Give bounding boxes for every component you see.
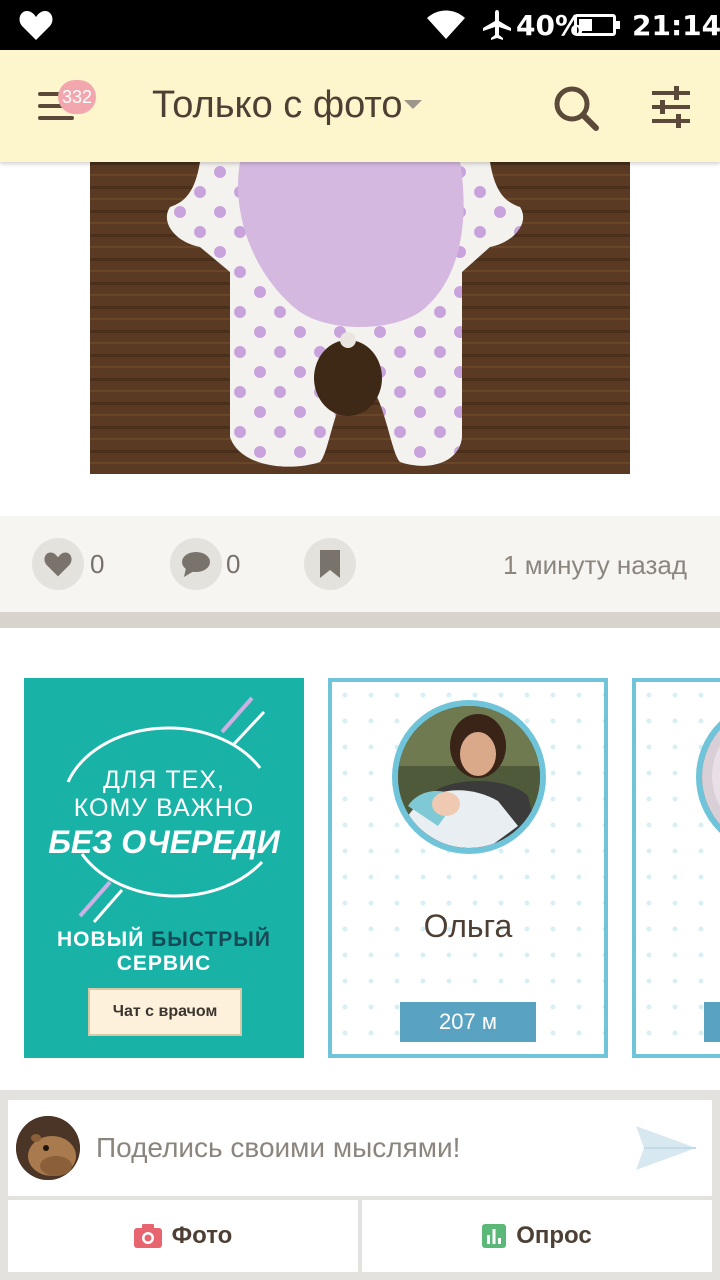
- battery-level: [579, 19, 592, 31]
- user-card[interactable]: Ольга 207 м: [328, 678, 608, 1058]
- send-icon[interactable]: [634, 1124, 698, 1172]
- status-bar: 40% 21:14: [0, 0, 720, 50]
- pillow-image: [90, 162, 630, 474]
- user-name: А: [636, 908, 720, 945]
- avatar-photo: [398, 706, 540, 848]
- avatar: [696, 700, 720, 854]
- user-card[interactable]: А: [632, 678, 720, 1058]
- photo-button[interactable]: Фото: [8, 1200, 358, 1272]
- poll-button[interactable]: Опрос: [362, 1200, 712, 1272]
- post-photo[interactable]: [90, 162, 630, 474]
- bookmark-button[interactable]: [304, 538, 356, 590]
- comment-count: 0: [226, 549, 241, 579]
- clock: 21:14: [632, 9, 720, 42]
- poll-button-label: Опрос: [516, 1222, 592, 1249]
- wifi-icon: [427, 10, 465, 39]
- composer: Поделись своими мыслями!: [8, 1100, 712, 1196]
- avatar-photo: [702, 706, 720, 848]
- post-input[interactable]: Поделись своими мыслями!: [96, 1132, 460, 1164]
- photo-button-label: Фото: [171, 1222, 233, 1249]
- comment-button[interactable]: [170, 538, 222, 590]
- battery-icon: [574, 14, 620, 36]
- camera-icon: [133, 1224, 162, 1248]
- post-actions: 0 0 1 минуту назад: [0, 516, 720, 612]
- battery-percent: 40%: [516, 9, 584, 42]
- screen: 40% 21:14 332 Только с фото 0 0 1 минуту…: [0, 0, 720, 1280]
- poll-icon: [482, 1224, 507, 1248]
- section-divider: [0, 612, 720, 628]
- caret-down-icon[interactable]: [404, 100, 422, 109]
- ad-service-line: НОВЫЙ БЫСТРЫЙ: [57, 928, 271, 951]
- ad-text-line: КОМУ ВАЖНО: [73, 794, 255, 822]
- heart-icon: [19, 11, 53, 40]
- notification-badge: 332: [58, 80, 96, 114]
- capybara-avatar: [16, 1116, 80, 1180]
- post-time: 1 минуту назад: [503, 550, 687, 580]
- distance-badge: 207 м: [400, 1002, 536, 1042]
- airplane-icon: [483, 10, 511, 40]
- like-button[interactable]: [32, 538, 84, 590]
- ad-service-line: СЕРВИС: [116, 952, 212, 975]
- ad-headline: БЕЗ ОЧЕРЕДИ: [48, 824, 280, 860]
- like-count: 0: [90, 549, 105, 579]
- search-icon[interactable]: [552, 84, 600, 132]
- filter-dropdown[interactable]: Только с фото: [152, 84, 403, 127]
- ad-banner[interactable]: ДЛЯ ТЕХ, КОМУ ВАЖНО БЕЗ ОЧЕРЕДИ НОВЫЙ БЫ…: [24, 678, 304, 1058]
- user-name: Ольга: [423, 908, 513, 944]
- avatar: [392, 700, 546, 854]
- sliders-icon[interactable]: [650, 86, 692, 128]
- avatar: [16, 1116, 80, 1180]
- ad-text-line: ДЛЯ ТЕХ,: [103, 766, 225, 794]
- bookmark-icon: [320, 550, 340, 578]
- distance-badge: [704, 1002, 720, 1042]
- chat-with-doctor-button[interactable]: Чат с врачом: [88, 988, 242, 1036]
- app-bar: 332 Только с фото: [0, 50, 720, 162]
- heart-icon: [44, 552, 72, 577]
- comment-icon: [182, 552, 210, 577]
